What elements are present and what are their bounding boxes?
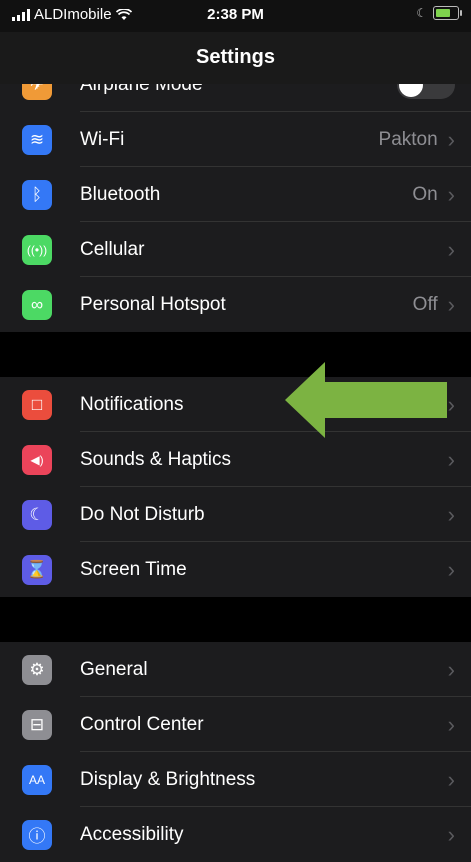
settings-row-sounds-haptics[interactable]: ◀) Sounds & Haptics ›: [0, 432, 471, 487]
settings-row-display-brightness[interactable]: AA Display & Brightness ›: [0, 752, 471, 807]
chevron-right-icon: ›: [447, 821, 455, 847]
chevron-right-icon: ›: [447, 391, 455, 417]
moon-icon: ☾: [22, 499, 52, 530]
page-title: Settings: [196, 46, 275, 68]
settings-row-screen-time[interactable]: ⌛ Screen Time ›: [0, 542, 471, 597]
settings-row-bluetooth[interactable]: ᛒ Bluetooth On ›: [0, 167, 471, 222]
chevron-right-icon: ›: [447, 291, 455, 317]
settings-list: ✈ Airplane Mode ≋ Wi-Fi Pakton › ᛒ Bluetooth On ›…: [0, 57, 471, 862]
settings-row-wi-fi[interactable]: ≋ Wi-Fi Pakton ›: [0, 112, 471, 167]
status-right: ☾: [416, 6, 462, 20]
settings-row-do-not-disturb[interactable]: ☾ Do Not Disturb ›: [0, 487, 471, 542]
settings-label: Sounds & Haptics: [80, 448, 232, 470]
hourglass-icon: ⌛: [22, 554, 52, 585]
status-bar: ALDImobile 2:38 PM ☾: [0, 0, 471, 32]
settings-label: Personal Hotspot: [80, 293, 226, 315]
settings-value: Pakton: [378, 128, 438, 150]
chevron-right-icon: ›: [447, 181, 455, 207]
settings-label: Screen Time: [80, 558, 187, 580]
settings-row-personal-hotspot[interactable]: ∞ Personal Hotspot Off ›: [0, 277, 471, 332]
accessibility-icon: ⓘ: [22, 819, 52, 850]
status-time: 2:38 PM: [207, 6, 264, 23]
wifi-icon: ≋: [22, 124, 52, 155]
settings-label: Display & Brightness: [80, 768, 256, 790]
cellular-icon: ((•)): [22, 234, 52, 265]
chevron-right-icon: ›: [447, 556, 455, 582]
chevron-right-icon: ›: [447, 236, 455, 262]
section-gap: [0, 597, 471, 642]
display-icon: AA: [22, 764, 52, 795]
settings-label: General: [80, 658, 148, 680]
bluetooth-icon: ᛒ: [22, 179, 52, 210]
settings-value: On: [412, 183, 438, 205]
settings-label: Control Center: [80, 713, 204, 735]
settings-label: Cellular: [80, 238, 145, 260]
notifications-icon: □: [22, 389, 52, 420]
moon-status-icon: ☾: [416, 6, 427, 20]
settings-row-control-center[interactable]: ⊟ Control Center ›: [0, 697, 471, 752]
chevron-right-icon: ›: [447, 446, 455, 472]
gear-icon: ⚙: [22, 654, 52, 685]
settings-row-accessibility[interactable]: ⓘ Accessibility ›: [0, 807, 471, 862]
chevron-right-icon: ›: [447, 711, 455, 737]
settings-value: Off: [412, 293, 438, 315]
chevron-right-icon: ›: [447, 766, 455, 792]
battery-icon: [433, 6, 462, 20]
chevron-right-icon: ›: [447, 126, 455, 152]
settings-row-general[interactable]: ⚙ General ›: [0, 642, 471, 697]
annotation-arrow: [285, 362, 447, 438]
sounds-icon: ◀): [22, 444, 52, 475]
settings-label: Wi-Fi: [80, 128, 125, 150]
settings-label: Accessibility: [80, 823, 184, 845]
chevron-right-icon: ›: [447, 501, 455, 527]
control-center-icon: ⊟: [22, 709, 52, 740]
nav-header: Settings: [0, 32, 471, 84]
settings-label: Bluetooth: [80, 183, 161, 205]
hotspot-icon: ∞: [22, 289, 52, 320]
settings-row-cellular[interactable]: ((•)) Cellular ›: [0, 222, 471, 277]
settings-label: Do Not Disturb: [80, 503, 205, 525]
chevron-right-icon: ›: [447, 656, 455, 682]
